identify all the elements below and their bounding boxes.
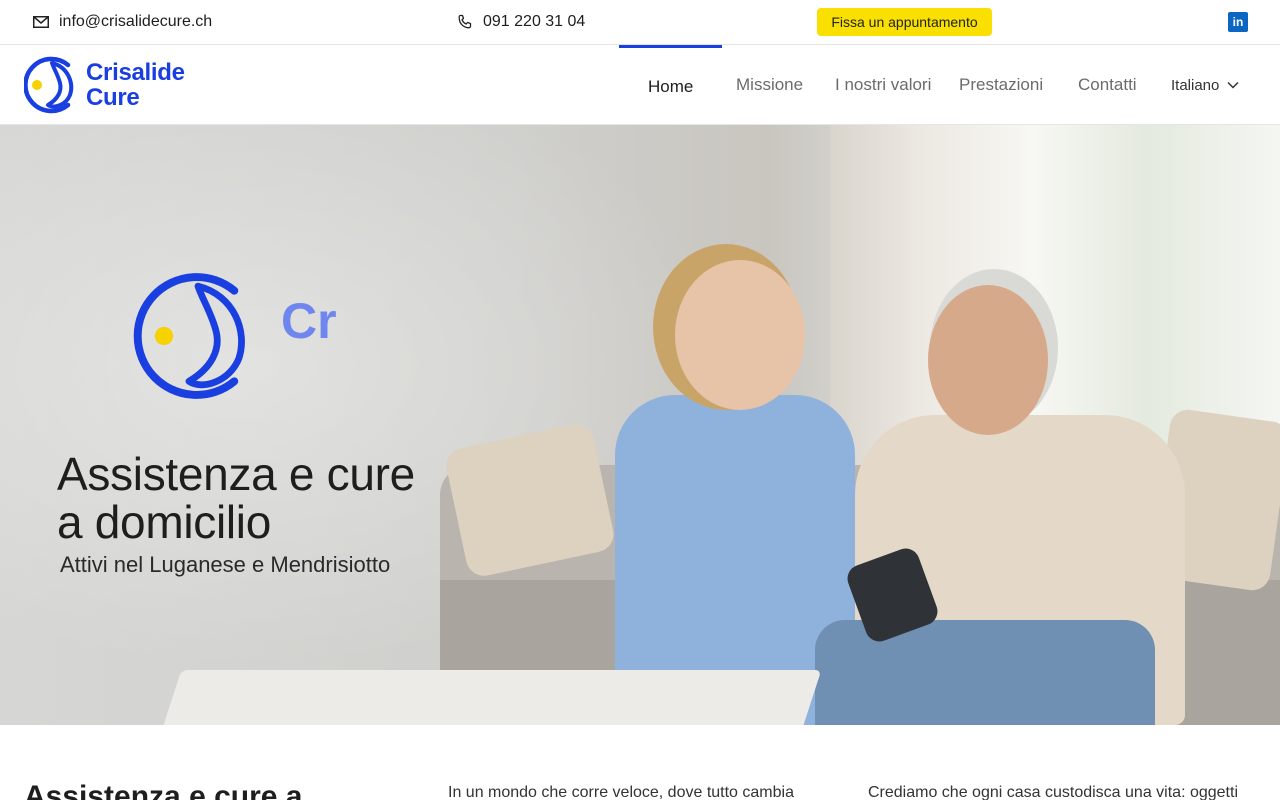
- hero-logo: Cr: [133, 268, 337, 404]
- hero-subtitle: Attivi nel Luganese e Mendrisiotto: [60, 552, 391, 577]
- appointment-button[interactable]: Fissa un appuntamento: [817, 8, 992, 36]
- hero-logo-text: Cr: [281, 293, 337, 349]
- hero-table: [158, 670, 822, 725]
- nav-valori[interactable]: I nostri valori: [835, 45, 931, 125]
- main-navbar: Crisalide Cure Home Missione I nostri va…: [0, 45, 1280, 125]
- chevron-down-icon: [1227, 81, 1239, 89]
- phone-icon: [458, 14, 472, 29]
- hero-section: Cr Assistenza e cure a domicilio Attivi …: [0, 125, 1280, 725]
- email-text: info@crisalidecure.ch: [59, 13, 213, 30]
- linkedin-icon[interactable]: in: [1228, 12, 1248, 32]
- crisalide-logo-icon: [133, 273, 245, 399]
- hero-patient-legs: [815, 620, 1155, 725]
- intro-column-1: In un mondo che corre veloce, dove tutto…: [448, 784, 794, 800]
- phone-link[interactable]: 091 220 31 04: [457, 0, 585, 44]
- hero-title-line2: a domicilio: [57, 496, 272, 548]
- nav-missione[interactable]: Missione: [736, 45, 803, 125]
- logo-wordmark: Crisalide Cure: [86, 60, 185, 110]
- logo-line1: Crisalide: [86, 59, 185, 86]
- intro-title: Assistenza e cure a: [24, 780, 303, 800]
- hero-patient-head: [928, 285, 1048, 435]
- language-selector[interactable]: Italiano: [1171, 45, 1239, 125]
- hero-nurse-head: [675, 260, 805, 410]
- email-link[interactable]: info@crisalidecure.ch: [33, 0, 212, 44]
- nav-prestazioni[interactable]: Prestazioni: [959, 45, 1043, 125]
- crisalide-logo-icon: [24, 56, 74, 114]
- nav-home[interactable]: Home: [619, 45, 723, 125]
- nav-contatti[interactable]: Contatti: [1078, 45, 1137, 125]
- mail-icon: [33, 16, 49, 28]
- hero-title-line1: Assistenza e cure: [57, 448, 415, 500]
- hero-title: Assistenza e cure a domicilio: [57, 450, 415, 546]
- logo-line2: Cure: [86, 84, 140, 111]
- site-logo[interactable]: Crisalide Cure: [24, 55, 185, 115]
- language-label: Italiano: [1171, 76, 1220, 94]
- top-contact-bar: info@crisalidecure.ch 091 220 31 04 Fiss…: [0, 0, 1280, 45]
- intro-column-2: Crediamo che ogni casa custodisca una vi…: [868, 784, 1238, 800]
- phone-text: 091 220 31 04: [483, 13, 586, 30]
